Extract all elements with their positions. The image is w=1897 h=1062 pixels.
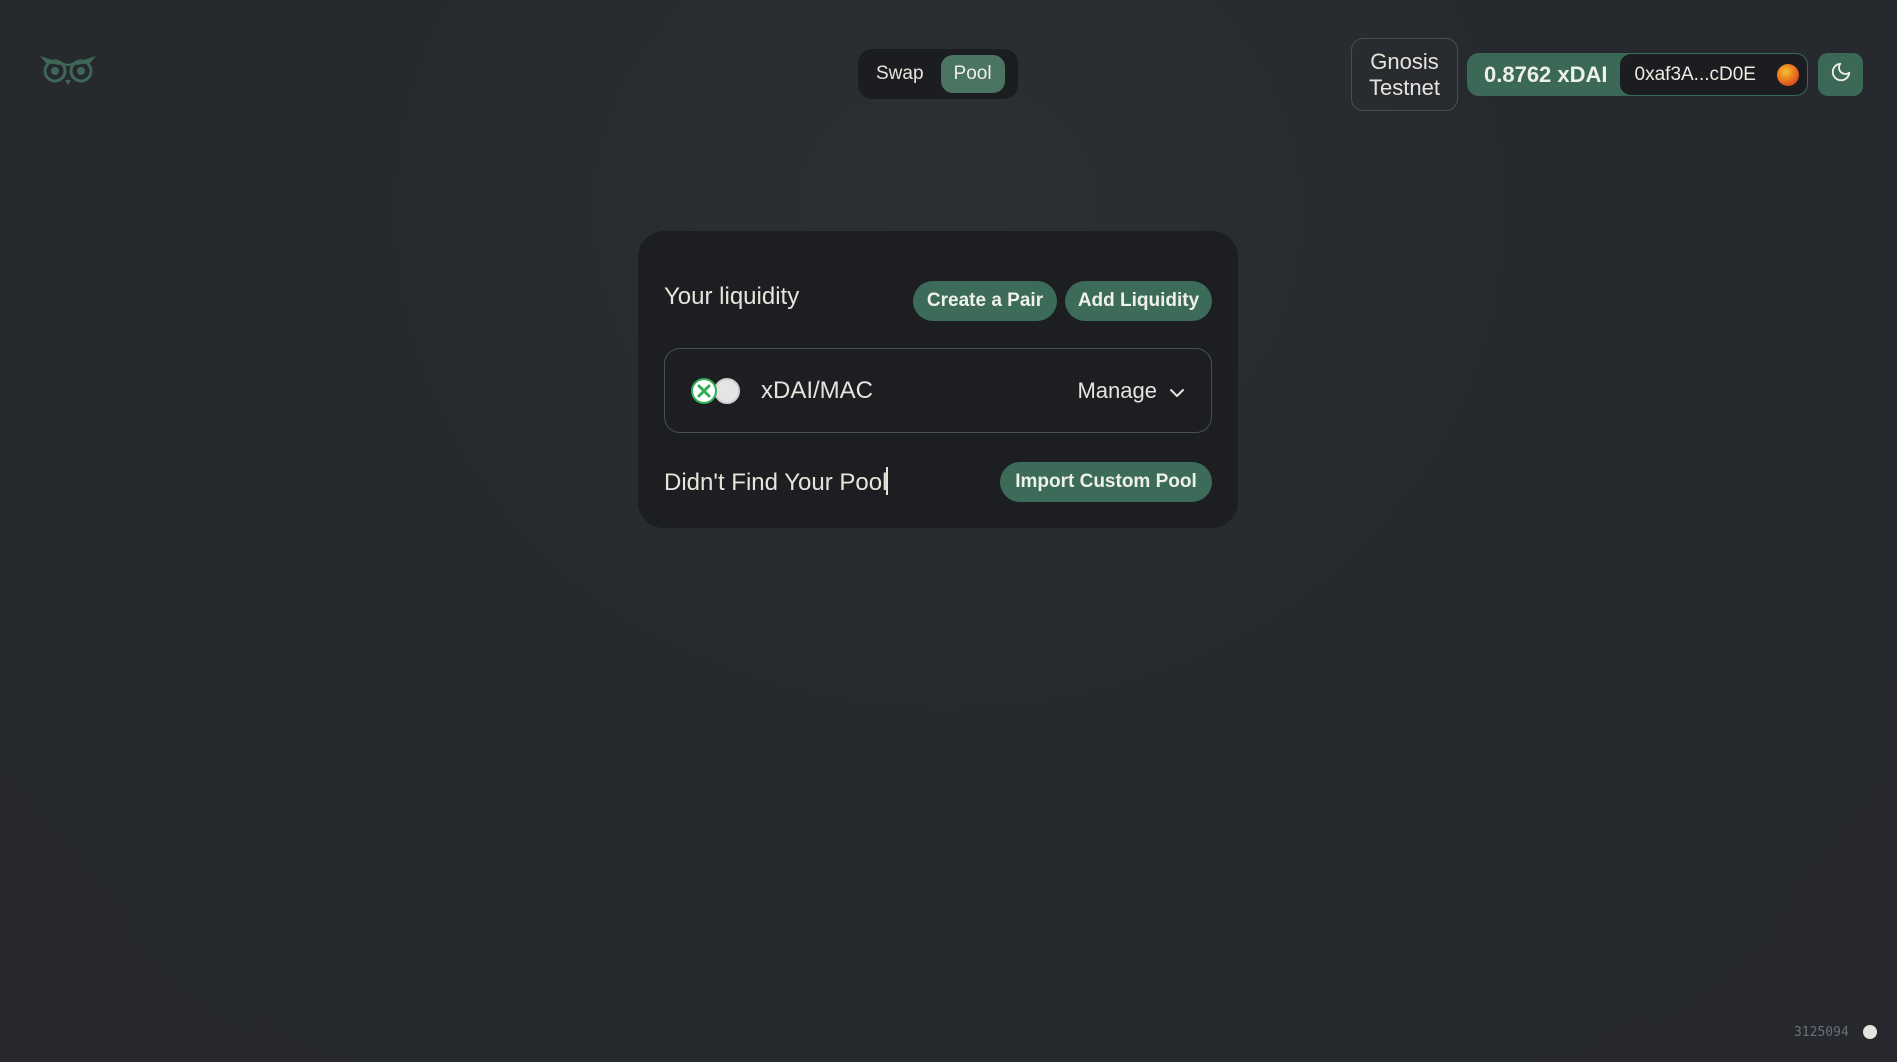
create-pair-button[interactable]: Create a Pair	[913, 281, 1057, 321]
balance-display[interactable]: 0.8762 xDAI	[1467, 62, 1620, 88]
mac-token-icon	[714, 377, 740, 404]
pool-not-found-text: Didn't Find Your Pool	[664, 469, 888, 496]
liquidity-card: Your liquidity Create a Pair Add Liquidi…	[638, 231, 1238, 528]
add-liquidity-button[interactable]: Add Liquidity	[1065, 281, 1212, 321]
text-cursor	[886, 467, 889, 495]
network-selector[interactable]: Gnosis Testnet	[1351, 38, 1458, 111]
wallet-address: 0xaf3A...cD0E	[1634, 63, 1756, 85]
import-custom-pool-button[interactable]: Import Custom Pool	[1000, 462, 1212, 502]
theme-toggle-button[interactable]	[1818, 53, 1863, 96]
network-status-dot	[1863, 1025, 1877, 1039]
network-name-line2: Testnet	[1369, 74, 1440, 100]
pool-not-found-prompt: Didn't Find Your Pool	[664, 467, 889, 497]
manage-button[interactable]: Manage	[1077, 378, 1185, 404]
account-group: 0.8762 xDAI 0xaf3A...cD0E	[1467, 53, 1808, 96]
tab-swap[interactable]: Swap	[863, 55, 937, 93]
pair-token-icons	[691, 377, 741, 404]
pool-list-item: xDAI/MAC Manage	[664, 348, 1212, 433]
pair-name: xDAI/MAC	[761, 376, 874, 404]
moon-icon	[1830, 61, 1852, 88]
main-nav: Swap Pool	[858, 49, 1018, 99]
app-root: Swap Pool Gnosis Testnet 0.8762 xDAI 0xa…	[0, 0, 1897, 1062]
xdai-token-icon	[691, 377, 717, 404]
block-number: 3125094	[1794, 1025, 1849, 1040]
liquidity-title: Your liquidity	[664, 283, 800, 310]
chevron-down-icon	[1169, 378, 1185, 404]
owl-logo-icon[interactable]	[38, 50, 98, 86]
tab-pool[interactable]: Pool	[940, 55, 1005, 93]
wallet-address-button[interactable]: 0xaf3A...cD0E	[1619, 54, 1807, 95]
avatar	[1777, 63, 1799, 86]
manage-label: Manage	[1077, 377, 1157, 403]
network-name-line1: Gnosis	[1370, 48, 1439, 74]
